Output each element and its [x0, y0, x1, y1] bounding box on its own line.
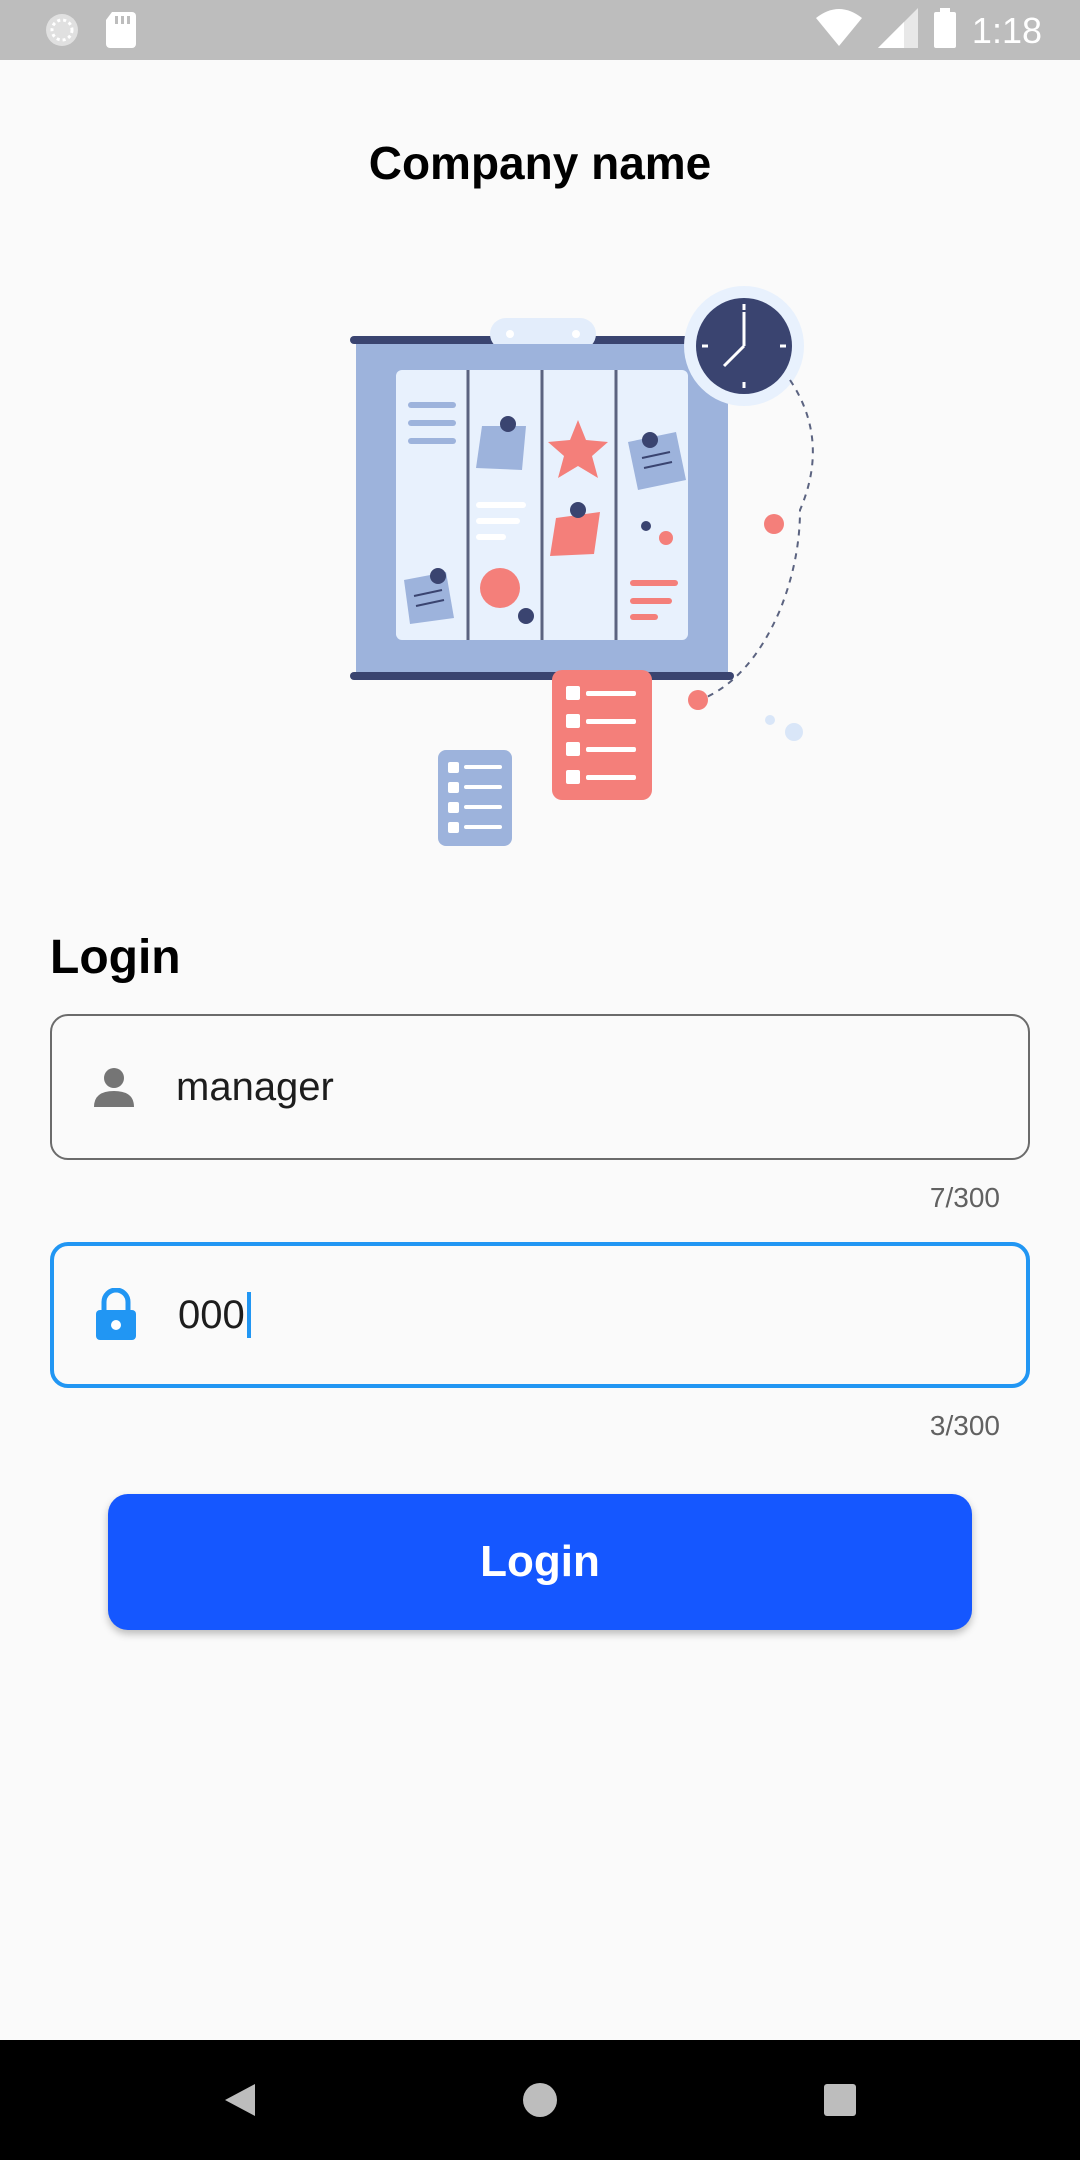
username-field[interactable]: manager: [50, 1014, 1030, 1160]
password-value[interactable]: 000: [178, 1292, 251, 1338]
password-field[interactable]: 000: [50, 1242, 1030, 1388]
lock-icon: [86, 1285, 146, 1345]
person-icon: [84, 1057, 144, 1117]
login-button[interactable]: Login: [108, 1494, 972, 1630]
notification-dot-icon: [44, 12, 80, 53]
signal-icon: [877, 8, 918, 53]
system-nav-bar: [0, 2040, 1080, 2160]
login-section-title: Login: [50, 931, 181, 984]
username-char-counter: 7/300: [929, 1182, 1000, 1213]
battery-icon: [933, 8, 956, 53]
password-text: 000: [178, 1292, 245, 1337]
recents-icon[interactable]: [810, 2070, 870, 2130]
login-screen: Company name Login manager 7/300 000 3/3…: [0, 60, 1080, 2040]
username-value[interactable]: manager: [176, 1065, 334, 1110]
status-time: 1:18: [971, 9, 1042, 51]
sd-card-icon: [106, 12, 136, 53]
home-icon[interactable]: [510, 2070, 570, 2130]
wifi-icon: [815, 8, 862, 53]
password-char-counter: 3/300: [929, 1410, 1000, 1441]
status-bar: 1:18: [0, 0, 1080, 60]
back-icon[interactable]: [210, 2070, 270, 2130]
text-cursor: [246, 1292, 251, 1338]
kanban-board-illustration: [330, 280, 830, 920]
page-title: Company name: [368, 137, 712, 189]
